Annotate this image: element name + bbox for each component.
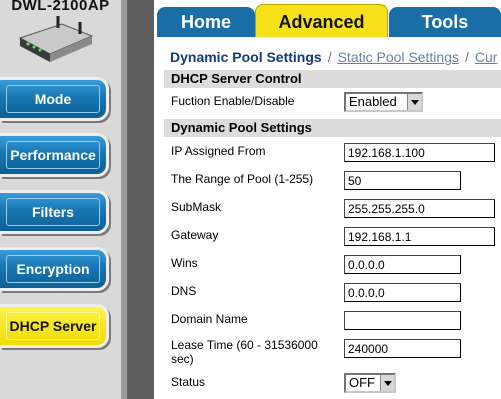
sidebar-item-filters[interactable]: Filters: [0, 190, 109, 234]
chevron-down-icon: [380, 375, 394, 391]
submask-label: SubMask: [171, 200, 222, 214]
sidebar-item-label: Performance: [10, 147, 96, 163]
product-model: DWL-2100AP: [11, 0, 110, 14]
chevron-down-icon: [407, 94, 421, 110]
function-enable-value: Enabled: [349, 94, 397, 109]
domain-name-label: Domain Name: [171, 312, 248, 326]
tab-home[interactable]: Home: [157, 7, 255, 37]
submask-input[interactable]: [344, 199, 495, 218]
access-point-device-image: [18, 16, 94, 62]
top-tab-bar: Home Advanced Tools: [157, 0, 501, 37]
subnav-static-pool-link[interactable]: Static Pool Settings: [338, 49, 459, 65]
sidebar-item-dhcp-server[interactable]: DHCP Server: [0, 304, 109, 348]
wins-label: Wins: [171, 256, 198, 270]
wins-input[interactable]: [344, 255, 461, 274]
tab-tools[interactable]: Tools: [389, 7, 501, 37]
subnav-breadcrumb: Dynamic Pool Settings / Static Pool Settin…: [170, 49, 497, 65]
sidebar-shadow: [127, 0, 154, 399]
main-content: Dynamic Pool Settings / Static Pool Settin…: [157, 37, 501, 399]
status-label: Status: [171, 375, 206, 389]
gateway-label: Gateway: [171, 228, 219, 242]
domain-name-input[interactable]: [344, 311, 461, 330]
gateway-input[interactable]: [344, 227, 495, 246]
section-dhcp-server-control: DHCP Server Control: [164, 70, 501, 88]
sidebar-item-label: Encryption: [16, 261, 90, 277]
lease-time-input[interactable]: [344, 339, 461, 358]
range-of-pool-input[interactable]: [344, 171, 461, 190]
sidebar-item-label: Mode: [34, 91, 72, 107]
dns-input[interactable]: [344, 283, 461, 302]
dns-label: DNS: [171, 284, 197, 298]
ip-assigned-from-input[interactable]: [344, 143, 495, 162]
subnav-current-ip-link[interactable]: Cur: [475, 49, 498, 65]
subnav-separator: /: [327, 49, 332, 65]
sidebar: DWL-2100AP Mode Performance Filters Encr…: [0, 0, 154, 399]
sidebar-item-encryption[interactable]: Encryption: [0, 247, 109, 291]
lease-time-label: Lease Time (60 - 31536000 sec): [171, 338, 318, 366]
ip-assigned-from-label: IP Assigned From: [171, 144, 266, 158]
status-value: OFF: [349, 375, 375, 390]
function-enable-select[interactable]: Enabled: [344, 92, 423, 112]
sidebar-item-performance[interactable]: Performance: [0, 133, 109, 177]
subnav-separator: /: [465, 49, 469, 65]
sidebar-item-label: DHCP Server: [9, 318, 97, 334]
range-of-pool-label: The Range of Pool (1-255): [171, 172, 314, 186]
tab-advanced[interactable]: Advanced: [255, 4, 388, 37]
sidebar-item-label: Filters: [31, 204, 74, 220]
sidebar-item-mode[interactable]: Mode: [0, 77, 109, 121]
subnav-dynamic-pool[interactable]: Dynamic Pool Settings: [170, 49, 322, 65]
section-dynamic-pool-settings: Dynamic Pool Settings: [164, 119, 501, 137]
status-select[interactable]: OFF: [344, 373, 396, 393]
function-enable-label: Fuction Enable/Disable: [171, 94, 295, 108]
